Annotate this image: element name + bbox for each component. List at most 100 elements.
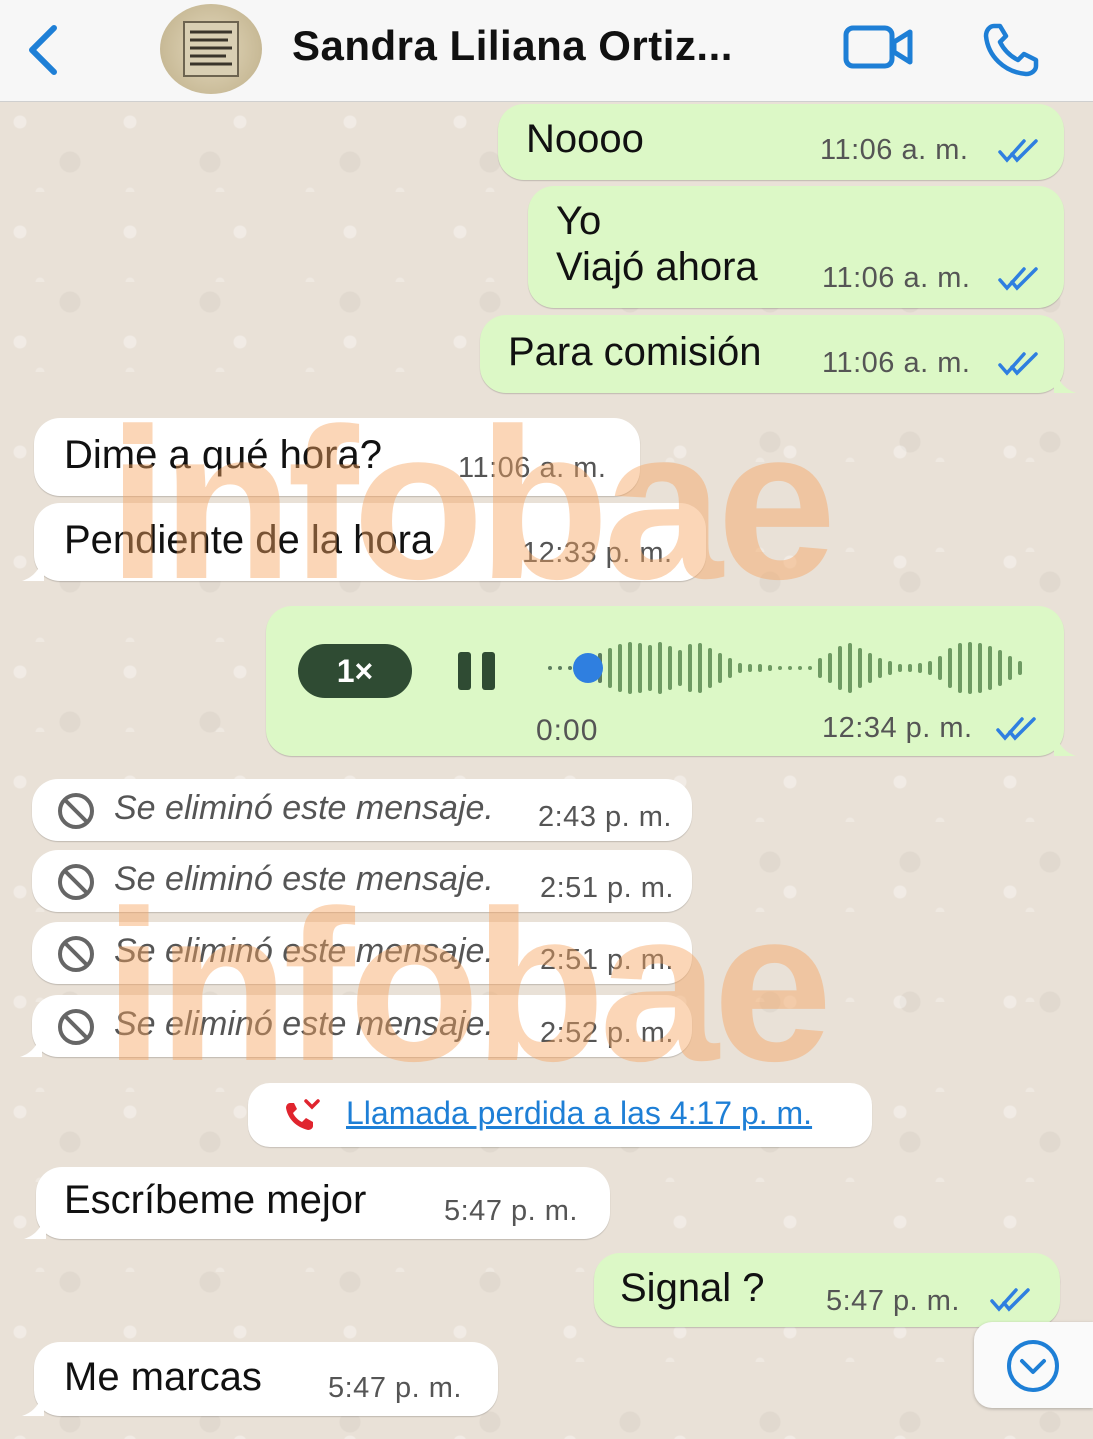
waveform-bar: [668, 646, 672, 690]
missed-call-icon: [286, 1099, 320, 1130]
contact-name[interactable]: Sandra Liliana Ortiz...: [292, 22, 733, 70]
bubble-tail: [1054, 367, 1076, 393]
waveform-bar: [558, 666, 562, 670]
voice-duration: 0:00: [536, 714, 599, 747]
bubble-tail: [1054, 730, 1076, 756]
read-ticks-icon: [996, 717, 1036, 741]
waveform-bar: [1008, 656, 1012, 680]
message-time: 11:06 a. m.: [458, 452, 607, 484]
waveform-bar: [678, 650, 682, 686]
message-time: 5:47 p. m.: [444, 1195, 578, 1227]
waveform-bar: [638, 643, 642, 693]
deleted-message[interactable]: Se eliminó este mensaje. 2:51 p. m.: [32, 922, 692, 984]
back-button[interactable]: [22, 20, 66, 80]
waveform-bar: [688, 644, 692, 692]
message-time: 2:43 p. m.: [538, 801, 672, 833]
deleted-message[interactable]: Se eliminó este mensaje. 2:51 p. m.: [32, 850, 692, 912]
deleted-message-text: Se eliminó este mensaje.: [114, 932, 494, 970]
message-text-line1: Yo: [556, 199, 602, 243]
outgoing-message[interactable]: Noooo 11:06 a. m.: [498, 104, 1064, 180]
bubble-tail: [24, 1213, 46, 1239]
message-time: 2:51 p. m.: [540, 944, 674, 976]
deleted-message-text: Se eliminó este mensaje.: [114, 789, 494, 827]
pause-icon[interactable]: [454, 650, 500, 692]
waveform-bar: [798, 666, 802, 670]
read-ticks-icon: [990, 1288, 1030, 1312]
message-text-line2: Viajó ahora: [556, 245, 758, 289]
waveform-bar: [918, 663, 922, 673]
video-camera-icon: [843, 25, 913, 69]
chevron-down-circle-icon: [1007, 1340, 1059, 1392]
outgoing-message[interactable]: Signal ? 5:47 p. m.: [594, 1253, 1060, 1327]
message-text: Noooo: [526, 117, 644, 161]
incoming-message[interactable]: Escríbeme mejor 5:47 p. m.: [24, 1167, 610, 1239]
waveform-bar: [698, 643, 702, 693]
waveform-bar: [938, 656, 942, 680]
waveform-bar: [738, 663, 742, 673]
playhead-handle[interactable]: [573, 653, 603, 683]
deleted-message-text: Se eliminó este mensaje.: [114, 860, 494, 898]
message-time: 11:06 a. m.: [822, 347, 971, 379]
playback-speed-button[interactable]: 1×: [298, 644, 412, 698]
waveform-bar: [718, 653, 722, 683]
ban-icon: [58, 864, 94, 900]
missed-call-link[interactable]: Llamada perdida a las 4:17 p. m.: [346, 1095, 812, 1132]
waveform-bar: [568, 666, 572, 670]
ban-icon: [58, 936, 94, 972]
outgoing-message[interactable]: Para comisión 11:06 a. m.: [480, 315, 1076, 393]
message-time: 12:34 p. m.: [822, 712, 973, 744]
waveform-bar: [868, 653, 872, 683]
audio-waveform[interactable]: [548, 638, 1028, 698]
waveform-bar: [728, 658, 732, 678]
video-call-button[interactable]: [842, 22, 916, 74]
message-time: 11:06 a. m.: [822, 262, 971, 294]
message-text: Dime a qué hora?: [64, 433, 382, 477]
message-text: Pendiente de la hora: [64, 518, 434, 562]
waveform-bar: [658, 642, 662, 694]
waveform-bar: [878, 658, 882, 678]
waveform-bar: [548, 666, 552, 670]
waveform-bar: [928, 661, 932, 675]
voice-message[interactable]: 1× 0:00 12:34 p. m.: [266, 606, 1076, 756]
message-time: 2:52 p. m.: [540, 1017, 674, 1049]
message-time: 5:47 p. m.: [826, 1285, 960, 1317]
bubble-tail: [20, 1031, 42, 1057]
incoming-message[interactable]: Me marcas 5:47 p. m.: [22, 1342, 498, 1416]
waveform-bar: [628, 642, 632, 694]
voice-call-button[interactable]: [980, 20, 1042, 80]
outgoing-message[interactable]: Yo Viajó ahora 11:06 a. m.: [528, 186, 1064, 308]
deleted-message[interactable]: Se eliminó este mensaje. 2:52 p. m.: [20, 995, 692, 1057]
message-time: 5:47 p. m.: [328, 1372, 462, 1404]
missed-call-notice[interactable]: Llamada perdida a las 4:17 p. m.: [248, 1083, 872, 1147]
avatar[interactable]: [160, 4, 262, 94]
message-text: Me marcas: [64, 1355, 262, 1399]
ban-icon: [58, 1009, 94, 1045]
incoming-message[interactable]: Dime a qué hora? 11:06 a. m.: [34, 418, 640, 496]
waveform-bar: [608, 648, 612, 688]
waveform-bar: [848, 643, 852, 693]
read-ticks-icon: [998, 139, 1038, 163]
message-text: Para comisión: [508, 330, 762, 374]
waveform-bar: [828, 653, 832, 683]
waveform-bar: [1018, 661, 1022, 675]
deleted-message-text: Se eliminó este mensaje.: [114, 1005, 494, 1043]
waveform-bar: [898, 664, 902, 672]
waveform-bar: [818, 658, 822, 678]
incoming-message[interactable]: Pendiente de la hora 12:33 p. m.: [22, 503, 706, 581]
bubble-tail: [22, 1390, 44, 1416]
ban-icon: [58, 793, 94, 829]
waveform-bar: [788, 666, 792, 670]
waveform-bar: [618, 644, 622, 692]
scroll-to-bottom-button[interactable]: [974, 1322, 1093, 1408]
document-thumbnail-icon: [183, 21, 239, 77]
message-time: 2:51 p. m.: [540, 872, 674, 904]
waveform-bar: [988, 646, 992, 690]
waveform-bar: [888, 661, 892, 675]
waveform-bar: [958, 643, 962, 693]
read-ticks-icon: [998, 267, 1038, 291]
chevron-left-icon: [29, 25, 57, 75]
message-text: Escríbeme mejor: [64, 1178, 367, 1222]
deleted-message[interactable]: Se eliminó este mensaje. 2:43 p. m.: [32, 779, 692, 841]
waveform-bar: [758, 664, 762, 672]
waveform-bar: [808, 666, 812, 670]
